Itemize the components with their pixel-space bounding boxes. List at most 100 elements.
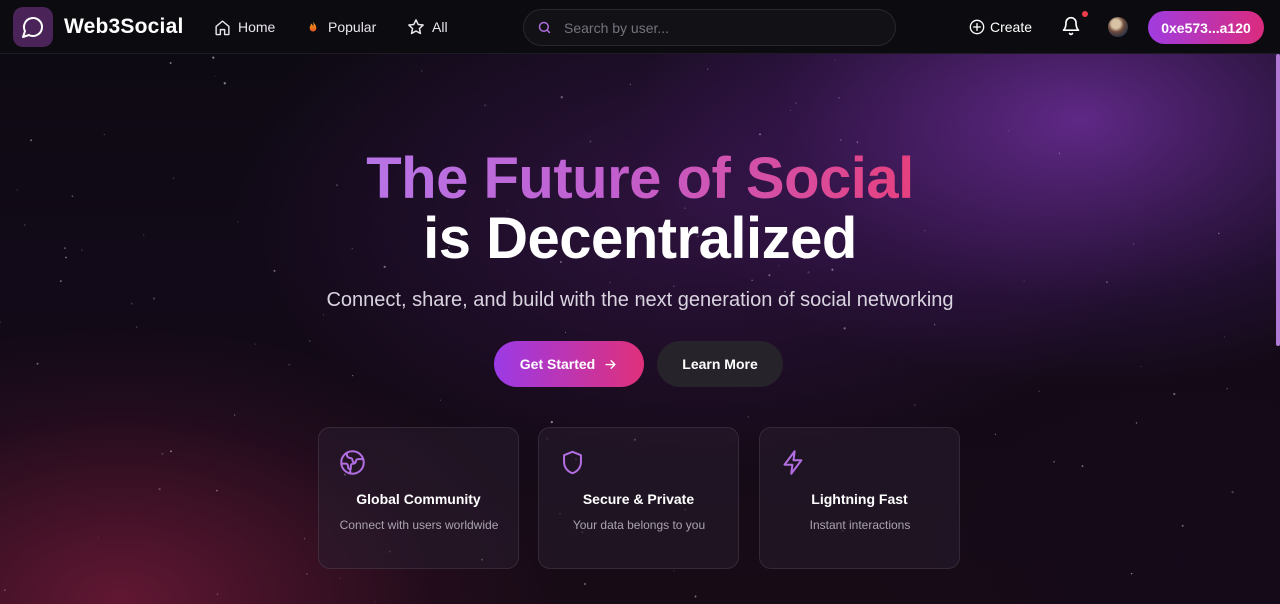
star-dot [3, 589, 6, 592]
star-dot [216, 593, 219, 595]
hero-title-gradient: The Future of Social [366, 146, 914, 211]
star-dot [322, 314, 325, 316]
star-dot [1081, 465, 1084, 467]
learn-more-button[interactable]: Learn More [657, 341, 783, 387]
star-dot [308, 340, 311, 342]
lightning-icon [783, 450, 803, 475]
star-dot [158, 487, 161, 491]
star-dot [673, 570, 675, 572]
feature-card-lightning-fast: Lightning Fast Instant interactions [759, 427, 960, 569]
star-dot [97, 536, 100, 538]
star-dot [0, 321, 2, 323]
star-dot [1173, 393, 1176, 396]
star-dot [223, 82, 226, 85]
star-dot [1038, 390, 1041, 393]
nav-popular-label: Popular [328, 19, 377, 35]
nav-home-label: Home [238, 19, 276, 35]
star-dot [673, 285, 675, 287]
star-dot [834, 59, 836, 61]
globe-icon [340, 450, 365, 475]
logo[interactable] [13, 7, 53, 47]
star-dot [609, 281, 611, 283]
star-dot [352, 375, 354, 377]
feature-card-secure-private: Secure & Private Your data belongs to yo… [538, 427, 739, 569]
star-dot [838, 96, 840, 99]
star-dot [1106, 281, 1108, 283]
top-navbar: Web3Social Home Popular All Search by us… [0, 0, 1280, 54]
star-dot [1008, 129, 1010, 132]
star-dot [790, 109, 792, 111]
star-dot [747, 416, 750, 418]
star-dot [550, 420, 553, 424]
hero-title-line-2: is Decentralized [423, 206, 857, 271]
star-dot [583, 582, 587, 586]
scrollbar[interactable] [1276, 54, 1280, 346]
feature-title: Global Community [356, 491, 481, 507]
notification-dot [1082, 11, 1088, 17]
star-dot [694, 595, 697, 598]
star-dot [1226, 387, 1228, 390]
star-dot [768, 274, 771, 277]
feature-description: Connect with users worldwide [339, 518, 499, 532]
feature-card-global-community: Global Community Connect with users worl… [318, 427, 519, 569]
create-label: Create [990, 19, 1033, 35]
star-dot [212, 56, 215, 59]
star-dot [303, 537, 306, 540]
search-bar [523, 9, 896, 46]
get-started-label: Get Started [519, 356, 596, 372]
star-dot [629, 83, 632, 86]
star-dot [1130, 572, 1133, 575]
brand-name[interactable]: Web3Social [64, 15, 184, 39]
star-dot [30, 139, 33, 142]
nav-popular[interactable]: Popular [305, 17, 376, 37]
star-dot [843, 327, 846, 330]
star-icon [408, 19, 424, 35]
star-dot [216, 489, 218, 492]
star-dot [288, 363, 291, 366]
avatar[interactable] [1108, 17, 1128, 37]
star-dot [589, 140, 592, 143]
star-dot [421, 70, 423, 72]
star-dot [170, 450, 172, 453]
feature-description: Instant interactions [809, 518, 911, 532]
star-dot [375, 600, 377, 602]
star-dot [1181, 524, 1184, 527]
hero-subtitle: Connect, share, and build with the next … [326, 289, 954, 311]
star-dot [1231, 490, 1234, 494]
nav-all-label: All [432, 19, 448, 35]
star-dot [1053, 460, 1055, 463]
star-dot [234, 414, 236, 416]
star-dot [484, 104, 486, 107]
star-dot [306, 573, 308, 575]
star-dot [914, 404, 916, 406]
star-dot [706, 68, 709, 70]
wallet-address-button[interactable]: 0xe573...a120 [1148, 11, 1264, 44]
star-dot [36, 362, 39, 365]
get-started-button[interactable]: Get Started [494, 341, 644, 387]
chat-bubble-icon [22, 17, 43, 38]
search-icon [538, 21, 551, 34]
flame-icon [309, 20, 317, 31]
bell-icon[interactable] [1061, 15, 1081, 37]
star-dot [59, 280, 62, 283]
feature-title: Secure & Private [582, 491, 695, 507]
star-dot [439, 399, 441, 401]
nav-home[interactable]: Home [214, 17, 275, 37]
shield-icon [563, 450, 582, 475]
search-input[interactable] [564, 18, 884, 38]
star-dot [339, 577, 341, 579]
star-dot [103, 133, 105, 136]
create-button[interactable]: Create [969, 17, 1032, 37]
nav-all[interactable]: All [407, 17, 448, 37]
hero-title-line-1: The Future of Social [0, 145, 1280, 212]
star-dot [759, 133, 761, 136]
star-dot [135, 326, 138, 328]
home-icon [215, 19, 230, 35]
star-dot [839, 139, 842, 142]
star-dot [856, 141, 859, 144]
star-dot [214, 75, 216, 77]
star-dot [161, 452, 164, 455]
star-dot [1223, 336, 1225, 338]
star-dot [994, 433, 997, 436]
star-dot [1140, 365, 1142, 367]
